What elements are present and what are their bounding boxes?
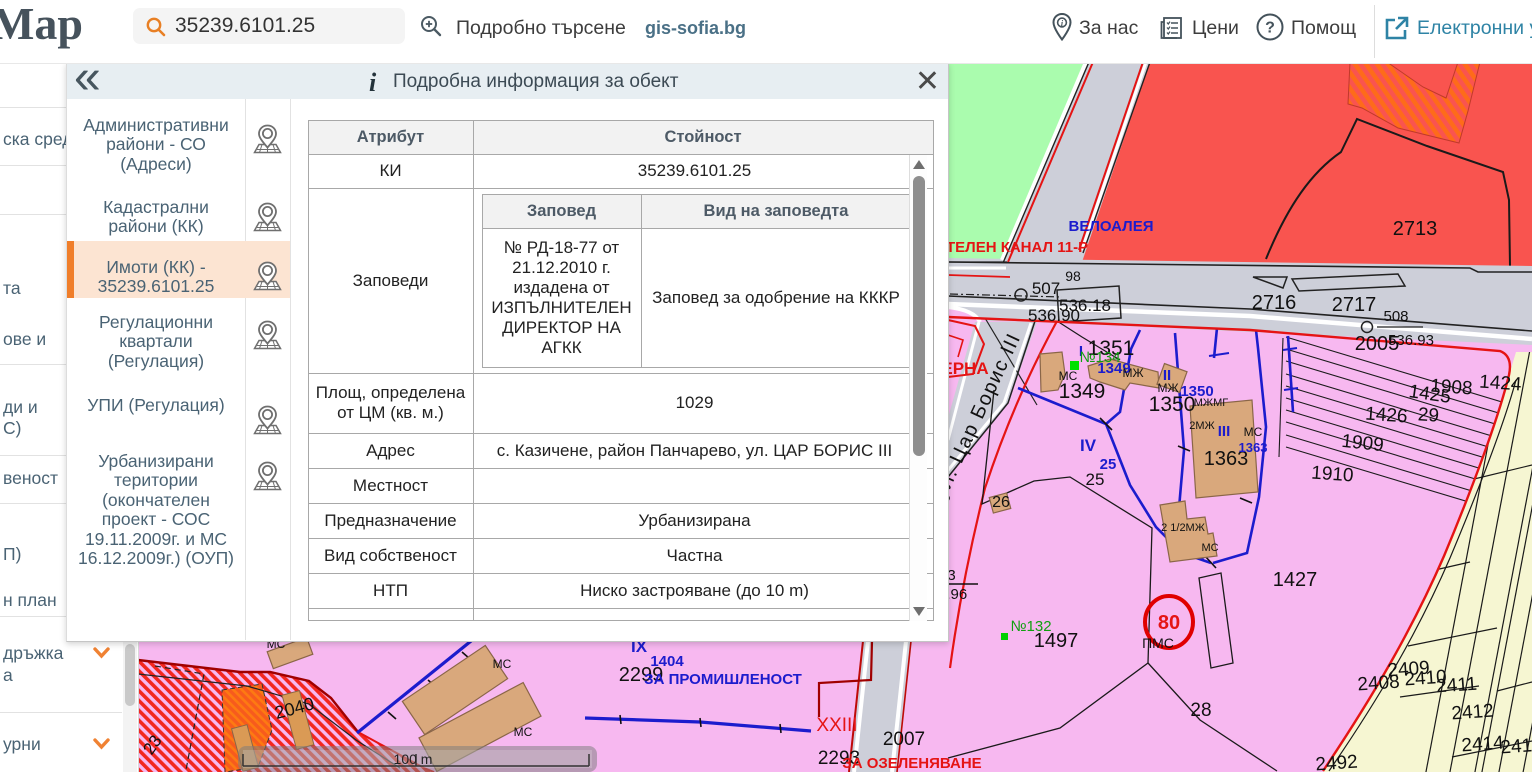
svg-text:IV: IV	[1080, 436, 1097, 455]
svg-text:МЖМГ: МЖМГ	[1194, 397, 1228, 409]
svg-text:2492: 2492	[1315, 752, 1359, 772]
svg-text:МС: МС	[1059, 369, 1078, 383]
svg-text:ПМС: ПМС	[1142, 635, 1174, 651]
svg-text:2414: 2414	[1461, 733, 1505, 757]
svg-text:1426: 1426	[1365, 404, 1409, 428]
svg-text:25: 25	[1086, 470, 1105, 489]
svg-text:№132: №132	[1010, 618, 1051, 635]
svg-text:2 1/2МЖ: 2 1/2МЖ	[1161, 522, 1205, 534]
svg-text:III: III	[1218, 423, 1231, 440]
svg-text:2717: 2717	[1332, 294, 1377, 316]
svg-text:536.90: 536.90	[1028, 306, 1080, 325]
svg-text:1910: 1910	[1311, 463, 1355, 487]
svg-text:1909: 1909	[1340, 431, 1384, 456]
svg-text:2411: 2411	[1436, 674, 1478, 698]
svg-text:2713: 2713	[1393, 218, 1438, 240]
svg-text:1427: 1427	[1273, 569, 1318, 591]
svg-text:98: 98	[1065, 268, 1081, 284]
svg-text:МС: МС	[1201, 542, 1218, 554]
svg-text:МС: МС	[1244, 425, 1263, 439]
svg-text:1424: 1424	[1479, 372, 1523, 396]
svg-text:2007: 2007	[883, 729, 925, 750]
svg-text:ЗА ПРОМИШЛЕНОСТ: ЗА ПРОМИШЛЕНОСТ	[644, 671, 802, 688]
svg-text:1349: 1349	[1059, 380, 1106, 403]
svg-text:26: 26	[992, 494, 1010, 511]
svg-text:2МЖ: 2МЖ	[1189, 420, 1214, 432]
svg-text:80: 80	[1158, 612, 1180, 634]
svg-text:536.93: 536.93	[1388, 332, 1434, 349]
svg-text:ТЕЛЕН КАНАЛ 11-Р: ТЕЛЕН КАНАЛ 11-Р	[946, 239, 1088, 256]
svg-text:2412: 2412	[1451, 701, 1495, 725]
svg-text:2415: 2415	[1500, 735, 1532, 759]
svg-text:2716: 2716	[1252, 292, 1297, 314]
svg-text:?: ?	[1265, 20, 1275, 37]
svg-text:28: 28	[1190, 700, 1211, 721]
svg-text:МС: МС	[514, 725, 533, 739]
svg-text:100 m: 100 m	[394, 751, 433, 767]
svg-text:МС: МС	[493, 657, 512, 671]
svg-text:ЗА ОЗЕЛЕНЯВАНЕ: ЗА ОЗЕЛЕНЯВАНЕ	[842, 755, 981, 772]
svg-text:ВЕЛОАЛЕЯ: ВЕЛОАЛЕЯ	[1069, 218, 1154, 235]
svg-text:№134: №134	[1079, 349, 1120, 366]
svg-text:МЖ: МЖ	[1122, 366, 1143, 380]
svg-text:1363: 1363	[1239, 440, 1268, 455]
svg-text:29: 29	[1417, 404, 1440, 426]
svg-text:507: 507	[1032, 279, 1060, 298]
svg-text:508: 508	[1383, 308, 1408, 325]
svg-text:XXIII: XXIII	[816, 715, 857, 736]
